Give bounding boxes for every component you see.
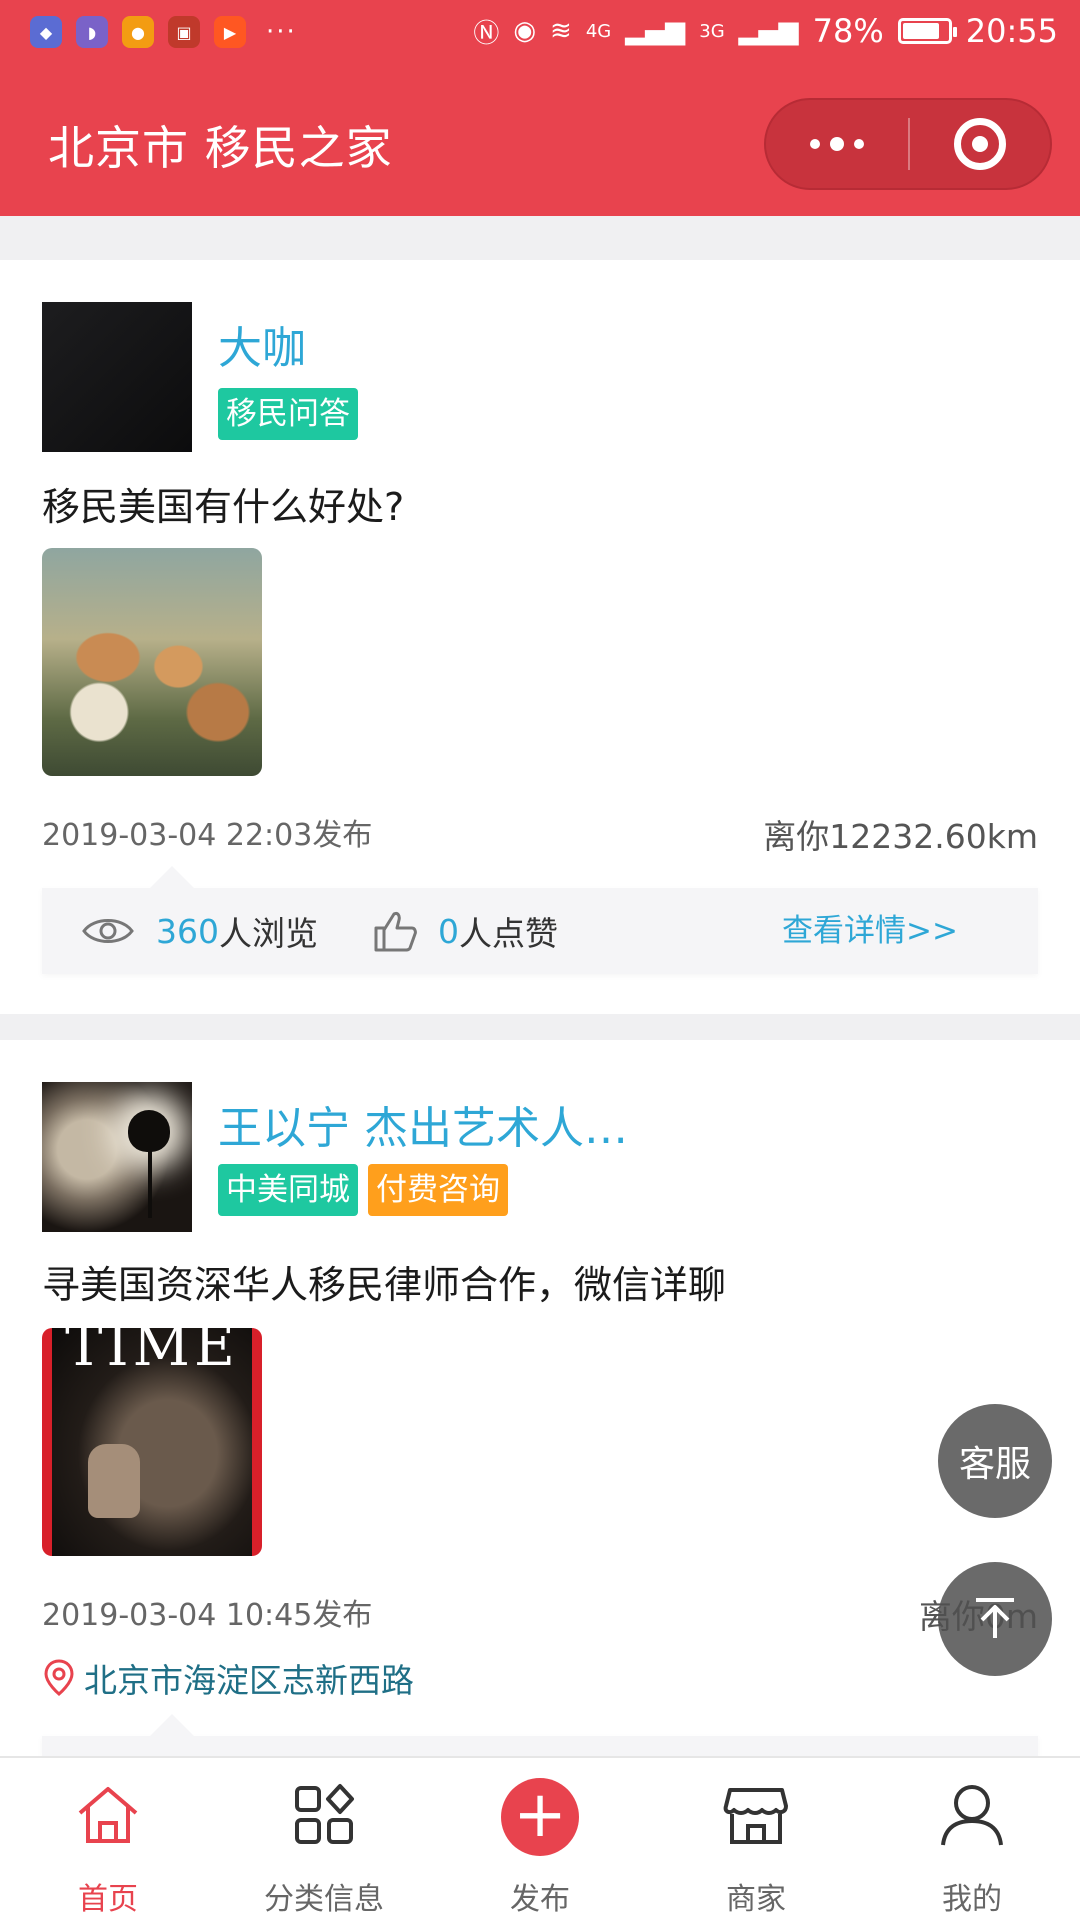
post-thumbnail[interactable] [42,548,262,776]
tab-label: 分类信息 [264,1882,384,1917]
close-miniapp-button[interactable] [910,100,1050,188]
home-icon [73,1780,143,1850]
battery-percent: 78% [812,12,884,50]
plus-icon: + [501,1778,579,1856]
status-bar: ◆ ◗ ● ▣ ▶ ··· Ⓝ ◉ ≋ 4G ▂▄▆ 3G ▂▄▆ 78% 20… [0,0,1080,76]
distance-label: 离你12232.60km [763,817,1038,856]
headset-app-icon: ◗ [76,16,108,48]
avatar[interactable] [42,1082,192,1232]
more-notifications-icon: ··· [266,17,297,47]
eye-comfort-icon: ◉ [513,16,537,46]
back-to-top-button[interactable] [938,1562,1052,1676]
shield-app-icon: ◆ [30,16,62,48]
post-title[interactable]: 寻美国资深华人移民律师合作，微信详聊 [42,1254,726,1309]
tab-publish[interactable]: + 发布 [432,1758,648,1920]
arrow-up-to-top-icon [976,1598,1014,1638]
page-title: 北京市 移民之家 [48,121,393,175]
customer-service-button[interactable]: 客服 [938,1404,1052,1518]
wifi-icon: ≋ [550,16,572,46]
network-4g-label: 4G [585,20,612,42]
views-suffix: 人浏览 [219,914,318,953]
nfc-icon: Ⓝ [473,18,500,49]
shop-icon [721,1780,791,1850]
magazine-logo: TIME [65,1328,239,1379]
battery-icon [897,18,957,44]
views-stat: 360 人浏览 [82,888,318,974]
top-bar: ◆ ◗ ● ▣ ▶ ··· Ⓝ ◉ ≋ 4G ▂▄▆ 3G ▂▄▆ 78% 20… [0,0,1080,216]
bottom-tab-bar: 首页 分类信息 + 发布 商家 我的 [0,1756,1080,1920]
location-pin-icon [44,1659,74,1696]
miniapp-capsule [764,98,1052,190]
post-username[interactable]: 大咖 [218,312,306,376]
location-text: 北京市海淀区志新西路 [84,1661,414,1700]
tab-label: 首页 [78,1882,138,1917]
publish-time: 2019-03-04 22:03发布 [42,818,373,853]
status-app-icons: ◆ ◗ ● ▣ ▶ ··· [30,16,297,48]
post-title[interactable]: 移民美国有什么好处? [42,476,404,531]
post-card[interactable]: 大咖 移民问答 移民美国有什么好处? 2019-03-04 22:03发布 离你… [0,260,1080,1014]
user-icon [937,1780,1007,1850]
network-3g-label: 3G [699,20,725,42]
post-tags: 中美同城 付费咨询 [218,1164,508,1216]
likes-stat[interactable]: 0 人点赞 [372,888,558,974]
tag-badge: 移民问答 [218,388,358,440]
page: ◆ ◗ ● ▣ ▶ ··· Ⓝ ◉ ≋ 4G ▂▄▆ 3G ▂▄▆ 78% 20… [0,0,1080,1920]
play-app-icon: ▶ [214,16,246,48]
eye-icon [82,919,134,943]
more-dots-icon [810,139,820,149]
more-button[interactable] [766,100,908,188]
tab-label: 发布 [510,1882,570,1917]
avatar[interactable] [42,302,192,452]
tab-label: 商家 [726,1882,786,1917]
location-row[interactable]: 北京市海淀区志新西路 [42,1654,414,1702]
target-close-icon [954,118,1006,170]
views-count: 360 [156,911,219,951]
tab-home[interactable]: 首页 [0,1758,216,1920]
tag-badge: 中美同城 [218,1164,358,1216]
tab-profile[interactable]: 我的 [864,1758,1080,1920]
section-gap [0,1014,1080,1040]
section-gap [0,216,1080,260]
tab-categories[interactable]: 分类信息 [216,1758,432,1920]
likes-suffix: 人点赞 [459,914,558,953]
signal-icon-2: ▂▄▆ [738,16,799,46]
post-card[interactable]: 王以宁 杰出艺术人… 中美同城 付费咨询 寻美国资深华人移民律师合作，微信详聊 … [0,1040,1080,1756]
publish-time: 2019-03-04 10:45发布 [42,1598,373,1633]
category-icon [289,1780,359,1850]
post-thumbnail[interactable]: TIME [42,1328,262,1556]
post-stats-bar: 360 人浏览 0 人点赞 查看详情>> [42,866,1038,974]
post-stats-bar [42,1714,1038,1756]
clock: 20:55 [965,12,1058,50]
signal-icon-1: ▂▄▆ [625,16,686,46]
video-app-icon: ● [122,16,154,48]
thumbs-up-icon[interactable] [372,908,418,954]
post-tags: 移民问答 [218,388,358,440]
post-username[interactable]: 王以宁 杰出艺术人… [218,1092,628,1156]
huawei-app-icon: ▣ [168,16,200,48]
status-right: Ⓝ ◉ ≋ 4G ▂▄▆ 3G ▂▄▆ 78% 20:55 [473,12,1058,50]
tag-badge: 付费咨询 [368,1164,508,1216]
likes-count: 0 [438,911,459,951]
tab-label: 我的 [942,1882,1002,1917]
view-details-link[interactable]: 查看详情>> [782,888,958,974]
tab-shop[interactable]: 商家 [648,1758,864,1920]
